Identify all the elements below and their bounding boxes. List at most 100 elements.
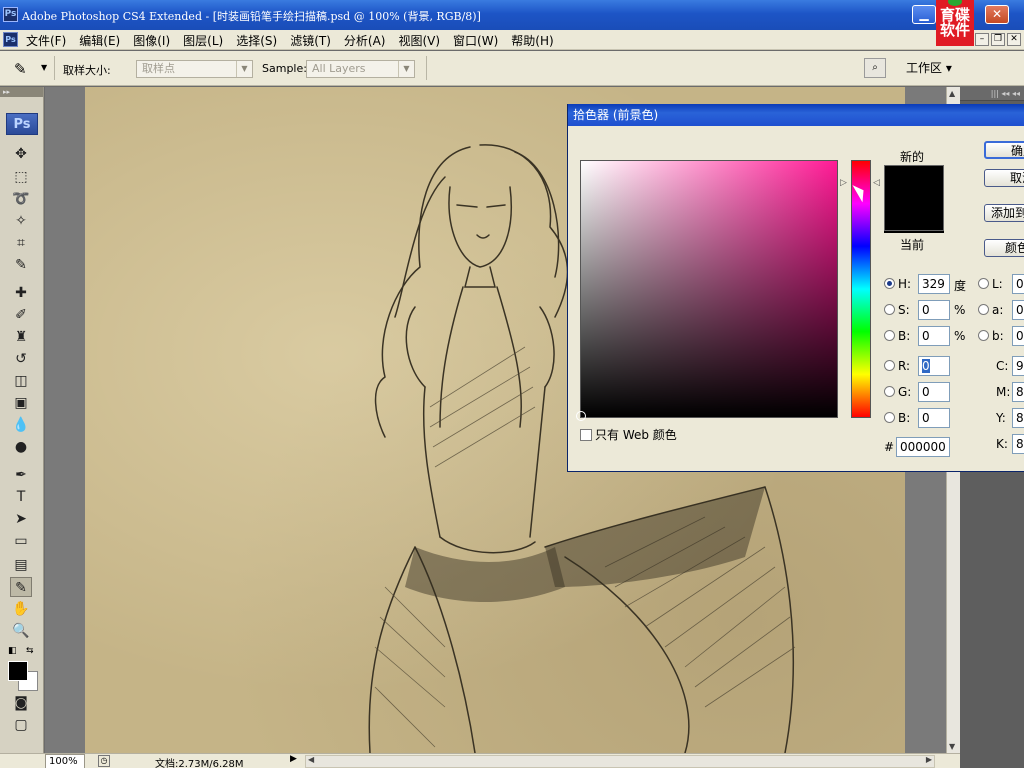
- sample-label: Sample:: [262, 62, 307, 75]
- hue-slider-right-arrow-icon[interactable]: ◁: [873, 178, 880, 188]
- web-colors-only-checkbox[interactable]: 只有 Web 颜色: [580, 426, 677, 443]
- marquee-tool-icon[interactable]: ⬚: [10, 167, 32, 187]
- saturation-input[interactable]: 0: [918, 300, 950, 320]
- lab-b-input[interactable]: 0: [1012, 326, 1024, 346]
- scroll-right-icon[interactable]: ▶: [926, 755, 932, 764]
- menu-item-5[interactable]: 滤镜(T): [290, 32, 331, 49]
- color-libraries-button[interactable]: 颜色库: [984, 239, 1024, 257]
- swap-colors-icon[interactable]: ⇆: [26, 647, 35, 656]
- current-color-swatch[interactable]: [884, 231, 944, 233]
- lab-a-input[interactable]: 0: [1012, 300, 1024, 320]
- cmyk-c-input[interactable]: 93: [1012, 356, 1024, 376]
- cmyk-m-input[interactable]: 88: [1012, 382, 1024, 402]
- hue-input[interactable]: 329: [918, 274, 950, 294]
- add-to-swatches-button[interactable]: 添加到色板: [984, 204, 1024, 222]
- green-input[interactable]: 0: [918, 382, 950, 402]
- type-tool-icon[interactable]: T: [10, 487, 32, 507]
- history-brush-tool-icon[interactable]: ↺: [10, 349, 32, 369]
- doc-minimize-button[interactable]: –: [975, 33, 989, 46]
- saturation-radio[interactable]: [884, 304, 895, 315]
- color-field[interactable]: [576, 160, 838, 421]
- menu-item-1[interactable]: 编辑(E): [79, 32, 120, 49]
- blue-input[interactable]: 0: [918, 408, 950, 428]
- color-picker-dialog: 拾色器 (前景色) ▷ ◁ 新的 当前 确定 取消 添加到色板 颜色库 只有 W…: [567, 104, 1024, 472]
- panel-dock-header[interactable]: ||| ◂◂ ◂◂: [960, 87, 1024, 101]
- quick-mask-icon[interactable]: ◙: [10, 693, 32, 713]
- horizontal-scrollbar[interactable]: ◀ ▶: [305, 755, 935, 768]
- eyedropper-active-tool-icon[interactable]: ✎: [10, 577, 32, 597]
- menu-item-2[interactable]: 图像(I): [133, 32, 170, 49]
- menu-item-9[interactable]: 帮助(H): [511, 32, 553, 49]
- photoshop-logo[interactable]: Ps: [6, 113, 38, 135]
- doc-restore-button[interactable]: ❐: [991, 33, 1005, 46]
- lab-b-radio[interactable]: [978, 330, 989, 341]
- clone-stamp-tool-icon[interactable]: ♜: [10, 327, 32, 347]
- magic-wand-tool-icon[interactable]: ✧: [10, 211, 32, 231]
- eraser-tool-icon[interactable]: ◫: [10, 371, 32, 391]
- default-colors-icon[interactable]: ◧: [8, 647, 17, 656]
- chevron-down-icon[interactable]: ▼: [41, 63, 47, 72]
- cancel-button[interactable]: 取消: [984, 169, 1024, 187]
- move-tool-icon[interactable]: ✥: [10, 144, 32, 164]
- document-icon[interactable]: Ps: [3, 32, 18, 47]
- current-color-label: 当前: [900, 238, 925, 252]
- cmyk-k-input[interactable]: 80: [1012, 434, 1024, 454]
- blur-tool-icon[interactable]: 💧: [10, 415, 32, 435]
- scroll-up-icon[interactable]: ▲: [949, 89, 955, 98]
- sample-size-dropdown[interactable]: 取样点 ▼: [136, 60, 253, 78]
- healing-brush-tool-icon[interactable]: ✚: [10, 283, 32, 303]
- menu-item-0[interactable]: 文件(F): [26, 32, 66, 49]
- green-radio[interactable]: [884, 386, 895, 397]
- shape-tool-icon[interactable]: ▭: [10, 531, 32, 551]
- hue-slider-left-arrow-icon[interactable]: ▷: [840, 178, 847, 188]
- checkbox-icon[interactable]: [580, 429, 592, 441]
- color-field-marker[interactable]: [576, 411, 586, 421]
- scroll-down-icon[interactable]: ▼: [949, 742, 955, 751]
- lasso-tool-icon[interactable]: ➰: [10, 189, 32, 209]
- dodge-tool-icon[interactable]: ●: [10, 437, 32, 457]
- brush-tool-icon[interactable]: ✐: [10, 305, 32, 325]
- notes-tool-icon[interactable]: ▤: [10, 555, 32, 575]
- blue-radio[interactable]: [884, 412, 895, 423]
- bridge-icon[interactable]: ⌕: [864, 58, 886, 78]
- hue-radio[interactable]: [884, 278, 895, 289]
- menu-item-7[interactable]: 视图(V): [398, 32, 440, 49]
- foreground-color-swatch[interactable]: [8, 661, 28, 681]
- pen-tool-icon[interactable]: ✒: [10, 465, 32, 485]
- status-menu-play-icon[interactable]: ▶: [290, 754, 302, 768]
- cmyk-y-input[interactable]: 89: [1012, 408, 1024, 428]
- gradient-tool-icon[interactable]: ▣: [10, 393, 32, 413]
- crop-tool-icon[interactable]: ⌗: [10, 233, 32, 253]
- lab-l-input[interactable]: 0: [1012, 274, 1024, 294]
- menu-item-3[interactable]: 图层(L): [183, 32, 223, 49]
- hex-input[interactable]: 000000: [896, 437, 950, 457]
- brightness-radio[interactable]: [884, 330, 895, 341]
- brightness-input[interactable]: 0: [918, 326, 950, 346]
- dialog-title[interactable]: 拾色器 (前景色): [568, 104, 1024, 126]
- red-radio[interactable]: [884, 360, 895, 371]
- zoom-tool-icon[interactable]: 🔍: [10, 621, 32, 641]
- sample-dropdown[interactable]: All Layers ▼: [306, 60, 415, 78]
- eyedropper-preset-icon[interactable]: ✎: [14, 60, 27, 78]
- lab-a-radio[interactable]: [978, 304, 989, 315]
- menu-item-4[interactable]: 选择(S): [236, 32, 277, 49]
- status-info-icon[interactable]: ◷: [98, 755, 110, 767]
- menu-item-8[interactable]: 窗口(W): [453, 32, 498, 49]
- red-input[interactable]: 0: [918, 356, 950, 376]
- lab-l-radio[interactable]: [978, 278, 989, 289]
- minimize-button[interactable]: ▁: [912, 5, 936, 24]
- doc-close-button[interactable]: ✕: [1007, 33, 1021, 46]
- path-selection-tool-icon[interactable]: ➤: [10, 509, 32, 529]
- cmyk-m-label: M:: [996, 385, 1011, 399]
- toolbox-collapse-handle[interactable]: ▸▸: [0, 87, 43, 97]
- zoom-level-field[interactable]: 100%: [45, 754, 85, 768]
- workspace-menu[interactable]: 工作区 ▾: [906, 59, 952, 76]
- blue-field-row: B: 0: [884, 408, 954, 428]
- hand-tool-icon[interactable]: ✋: [10, 599, 32, 619]
- eyedropper-tool-icon[interactable]: ✎: [10, 255, 32, 275]
- ok-button[interactable]: 确定: [984, 141, 1024, 159]
- close-button[interactable]: ✕: [985, 5, 1009, 24]
- screen-mode-icon[interactable]: ▢: [10, 715, 32, 735]
- scroll-left-icon[interactable]: ◀: [308, 755, 314, 764]
- menu-item-6[interactable]: 分析(A): [344, 32, 386, 49]
